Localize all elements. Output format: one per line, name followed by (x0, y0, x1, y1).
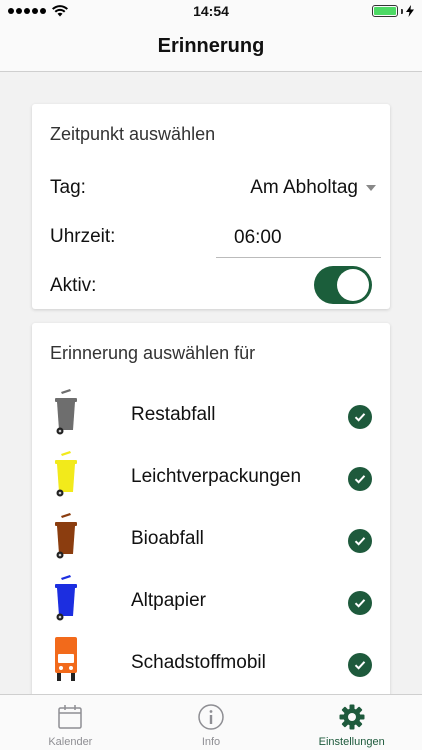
waste-item-bioabfall[interactable]: Bioabfall (32, 512, 390, 574)
status-bar: 14:54 (0, 0, 422, 22)
waste-item-leichtverpackungen[interactable]: Leichtverpackungen (32, 450, 390, 512)
tab-label: Einstellungen (318, 736, 385, 748)
waste-item-label: Schadstoffmobil (131, 652, 266, 673)
waste-item-altpapier[interactable]: Altpapier (32, 574, 390, 636)
gear-icon (339, 704, 365, 730)
checkmark-icon[interactable] (348, 405, 372, 429)
signal-strength-icon (8, 8, 46, 14)
status-left (8, 5, 68, 17)
checkmark-icon[interactable] (348, 591, 372, 615)
active-label: Aktiv: (50, 275, 97, 296)
tab-label: Kalender (48, 736, 93, 748)
waste-item-schadstoffmobil[interactable]: Schadstoffmobil (32, 636, 390, 698)
blue-bin-icon (55, 575, 77, 621)
checkmark-icon[interactable] (348, 529, 372, 553)
day-select-value: Am Abholtag (250, 177, 358, 198)
checkmark-icon[interactable] (348, 653, 372, 677)
time-label: Uhrzeit: (50, 226, 116, 247)
waste-selection-card: Erinnerung auswählen für Restabfall Leic… (32, 323, 390, 703)
time-settings-card: Zeitpunkt auswählen Tag: Am Abholtag Uhr… (32, 104, 390, 309)
active-toggle[interactable] (314, 266, 372, 304)
waste-card-title: Erinnerung auswählen für (50, 343, 256, 363)
day-label: Tag: (50, 177, 86, 198)
tab-bar: Kalender Info Einstellungen (0, 694, 422, 750)
orange-truck-icon (55, 637, 77, 681)
time-card-title: Zeitpunkt auswählen (50, 124, 216, 144)
status-right (372, 5, 414, 17)
checkmark-icon[interactable] (348, 467, 372, 491)
info-icon (198, 704, 224, 730)
waste-item-label: Bioabfall (131, 528, 204, 549)
caret-down-icon (366, 185, 376, 191)
grey-bin-icon (55, 389, 77, 435)
time-input[interactable]: 06:00 (216, 218, 381, 258)
waste-item-label: Leichtverpackungen (131, 466, 302, 487)
battery-icon (372, 5, 398, 17)
day-select[interactable]: Am Abholtag (250, 172, 376, 204)
toggle-knob (337, 269, 369, 301)
waste-item-label: Altpapier (131, 590, 206, 611)
charging-bolt-icon (406, 5, 414, 17)
waste-item-restabfall[interactable]: Restabfall (32, 388, 390, 450)
tab-label: Info (201, 736, 221, 748)
tab-einstellungen[interactable]: Einstellungen (281, 695, 422, 750)
calendar-icon (58, 705, 83, 729)
page-title: Erinnerung (157, 35, 265, 57)
navigation-bar: Erinnerung (0, 22, 422, 72)
wifi-icon (52, 5, 68, 17)
time-input-value: 06:00 (234, 226, 282, 248)
battery-tip (401, 8, 403, 14)
brown-bin-icon (55, 513, 77, 559)
waste-item-label: Restabfall (131, 404, 216, 425)
tab-info[interactable]: Info (141, 695, 282, 750)
tab-kalender[interactable]: Kalender (0, 695, 141, 750)
yellow-bin-icon (55, 451, 77, 497)
